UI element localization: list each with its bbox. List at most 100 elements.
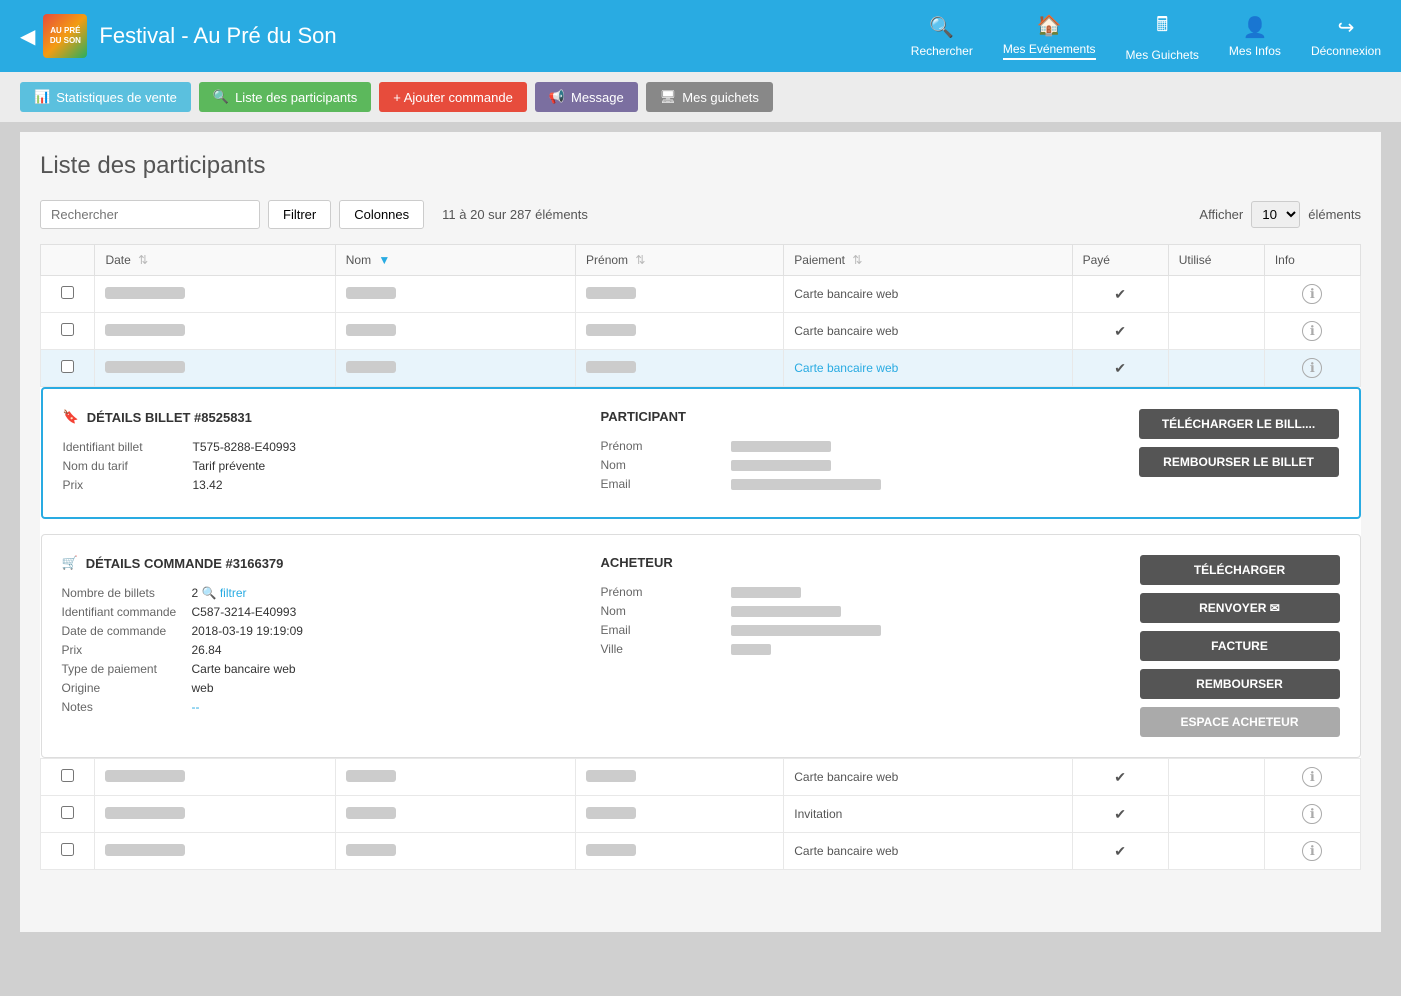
filter-button[interactable]: Filtrer bbox=[268, 200, 331, 229]
row-info[interactable]: ℹ bbox=[1264, 796, 1360, 833]
row-date bbox=[95, 833, 335, 870]
check-icon: ✔ bbox=[1114, 323, 1126, 339]
row-paiement: Carte bancaire web bbox=[784, 833, 1072, 870]
acheteur-email-row: Email bbox=[601, 623, 1110, 637]
col-header-prenom[interactable]: Prénom ⇅ bbox=[576, 245, 784, 276]
row-utilise bbox=[1168, 796, 1264, 833]
row-checkbox-cell bbox=[41, 276, 95, 313]
col-header-date[interactable]: Date ⇅ bbox=[95, 245, 335, 276]
back-button[interactable]: ◀ bbox=[20, 24, 35, 49]
billet-right-col: PARTICIPANT Prénom Nom bbox=[601, 409, 1109, 496]
commande-title: 🛒 DÉTAILS COMMANDE #3166379 bbox=[62, 555, 571, 571]
col-header-paiement[interactable]: Paiement ⇅ bbox=[784, 245, 1072, 276]
facture-button[interactable]: FACTURE bbox=[1140, 631, 1340, 661]
commande-origine-row: Origine web bbox=[62, 681, 571, 695]
billet-tarif-label: Nom du tarif bbox=[63, 459, 193, 473]
row-info[interactable]: ℹ bbox=[1264, 313, 1360, 350]
columns-button[interactable]: Colonnes bbox=[339, 200, 424, 229]
row-date-link[interactable] bbox=[105, 361, 185, 375]
check-icon: ✔ bbox=[1114, 769, 1126, 785]
notes-link[interactable]: -- bbox=[192, 700, 200, 714]
row-checkbox[interactable] bbox=[61, 806, 74, 819]
row-checkbox[interactable] bbox=[61, 843, 74, 856]
row-info[interactable]: ℹ bbox=[1264, 759, 1360, 796]
nav-mes-evenements[interactable]: 🏠 Mes Evénements bbox=[1003, 13, 1096, 60]
row-nom-link[interactable] bbox=[346, 361, 396, 375]
per-page-select[interactable]: 10 25 50 bbox=[1251, 201, 1300, 228]
acheteur-nom-row: Nom bbox=[601, 604, 1110, 618]
telecharger-commande-button[interactable]: TÉLÉCHARGER bbox=[1140, 555, 1340, 585]
row-info[interactable]: ℹ bbox=[1264, 833, 1360, 870]
guichets-button[interactable]: 🖥 Mes guichets bbox=[646, 82, 773, 112]
row-checkbox-cell bbox=[41, 350, 95, 387]
commande-right-col: ACHETEUR Prénom Nom bbox=[601, 555, 1110, 661]
stats-icon: 📊 bbox=[34, 89, 50, 105]
row-nom bbox=[335, 833, 575, 870]
table-row: Carte bancaire web ✔ ℹ bbox=[41, 759, 1361, 796]
cart-icon: 🛒 bbox=[62, 555, 78, 571]
commande-nb-billets-value: 2 🔍 filtrer bbox=[192, 586, 247, 600]
renvoyer-button[interactable]: RENVOYER ✉ bbox=[1140, 593, 1340, 623]
row-paye: ✔ bbox=[1072, 796, 1168, 833]
commande-prix-label: Prix bbox=[62, 643, 192, 657]
message-button[interactable]: 📢 Message bbox=[535, 82, 638, 112]
logo: AU PRÉDU SON bbox=[43, 14, 87, 58]
acheteur-ville-value bbox=[731, 642, 771, 656]
espace-acheteur-button[interactable]: ESPACE ACHETEUR bbox=[1140, 707, 1340, 737]
sort-paiement-icon: ⇅ bbox=[852, 253, 862, 267]
row-nom bbox=[335, 276, 575, 313]
logout-icon: ↪ bbox=[1338, 15, 1355, 40]
nav-rechercher[interactable]: 🔍 Rechercher bbox=[911, 15, 973, 58]
row-paiement-link[interactable]: Carte bancaire web bbox=[794, 361, 898, 375]
row-prenom-link[interactable] bbox=[586, 361, 636, 375]
commande-date-label: Date de commande bbox=[62, 624, 192, 638]
commande-notes-row: Notes -- bbox=[62, 700, 571, 714]
participants-button[interactable]: 🔍 Liste des participants bbox=[199, 82, 371, 112]
col-header-info: Info bbox=[1264, 245, 1360, 276]
billet-prix-label: Prix bbox=[63, 478, 193, 492]
info-icon[interactable]: ℹ bbox=[1302, 321, 1322, 341]
add-command-button[interactable]: + Ajouter commande bbox=[379, 82, 527, 112]
info-icon[interactable]: ℹ bbox=[1302, 284, 1322, 304]
rembourser-billet-button[interactable]: REMBOURSER LE BILLET bbox=[1139, 447, 1339, 477]
nav-deconnexion[interactable]: ↪ Déconnexion bbox=[1311, 15, 1381, 58]
billet-details-row: 🔖 DÉTAILS BILLET #8525831 Identifiant bi… bbox=[41, 387, 1361, 759]
row-checkbox[interactable] bbox=[61, 323, 74, 336]
info-icon[interactable]: ℹ bbox=[1302, 841, 1322, 861]
sort-date-icon: ⇅ bbox=[138, 253, 148, 267]
telecharger-billet-button[interactable]: TÉLÉCHARGER LE BILL.... bbox=[1139, 409, 1339, 439]
col-header-utilise[interactable]: Utilisé bbox=[1168, 245, 1264, 276]
commande-date-value: 2018-03-19 19:19:09 bbox=[192, 624, 303, 638]
nav-mes-guichets[interactable]: 🖩 Mes Guichets bbox=[1126, 10, 1199, 62]
row-checkbox-cell bbox=[41, 759, 95, 796]
filtrer-link[interactable]: filtrer bbox=[220, 586, 247, 600]
row-info[interactable]: ℹ bbox=[1264, 350, 1360, 387]
row-checkbox[interactable] bbox=[61, 286, 74, 299]
row-prenom bbox=[576, 313, 784, 350]
info-icon[interactable]: ℹ bbox=[1302, 358, 1322, 378]
col-header-nom[interactable]: Nom ▼ bbox=[335, 245, 575, 276]
table-row: Invitation ✔ ℹ bbox=[41, 796, 1361, 833]
participant-prenom-row: Prénom bbox=[601, 439, 1109, 453]
user-icon: 👤 bbox=[1242, 15, 1267, 40]
rembourser-commande-button[interactable]: REMBOURSER bbox=[1140, 669, 1340, 699]
nav-mes-infos[interactable]: 👤 Mes Infos bbox=[1229, 15, 1281, 58]
commande-details-panel: 🛒 DÉTAILS COMMANDE #3166379 Nombre de bi… bbox=[41, 534, 1361, 758]
search-input[interactable] bbox=[40, 200, 260, 229]
info-icon[interactable]: ℹ bbox=[1302, 804, 1322, 824]
pagination-info: 11 à 20 sur 287 éléments bbox=[442, 207, 1191, 222]
row-paiement: Carte bancaire web bbox=[784, 759, 1072, 796]
commande-nb-billets-row: Nombre de billets 2 🔍 filtrer bbox=[62, 586, 571, 600]
elements-label: éléments bbox=[1308, 207, 1361, 222]
row-prenom bbox=[576, 276, 784, 313]
stats-button[interactable]: 📊 Statistiques de vente bbox=[20, 82, 191, 112]
participant-prenom-value bbox=[731, 439, 831, 453]
row-paye: ✔ bbox=[1072, 759, 1168, 796]
info-icon[interactable]: ℹ bbox=[1302, 767, 1322, 787]
col-header-paye[interactable]: Payé bbox=[1072, 245, 1168, 276]
row-info[interactable]: ℹ bbox=[1264, 276, 1360, 313]
row-checkbox[interactable] bbox=[61, 769, 74, 782]
billet-identifiant-label: Identifiant billet bbox=[63, 440, 193, 454]
main-content: Liste des participants Filtrer Colonnes … bbox=[20, 132, 1381, 932]
row-checkbox[interactable] bbox=[61, 360, 74, 373]
